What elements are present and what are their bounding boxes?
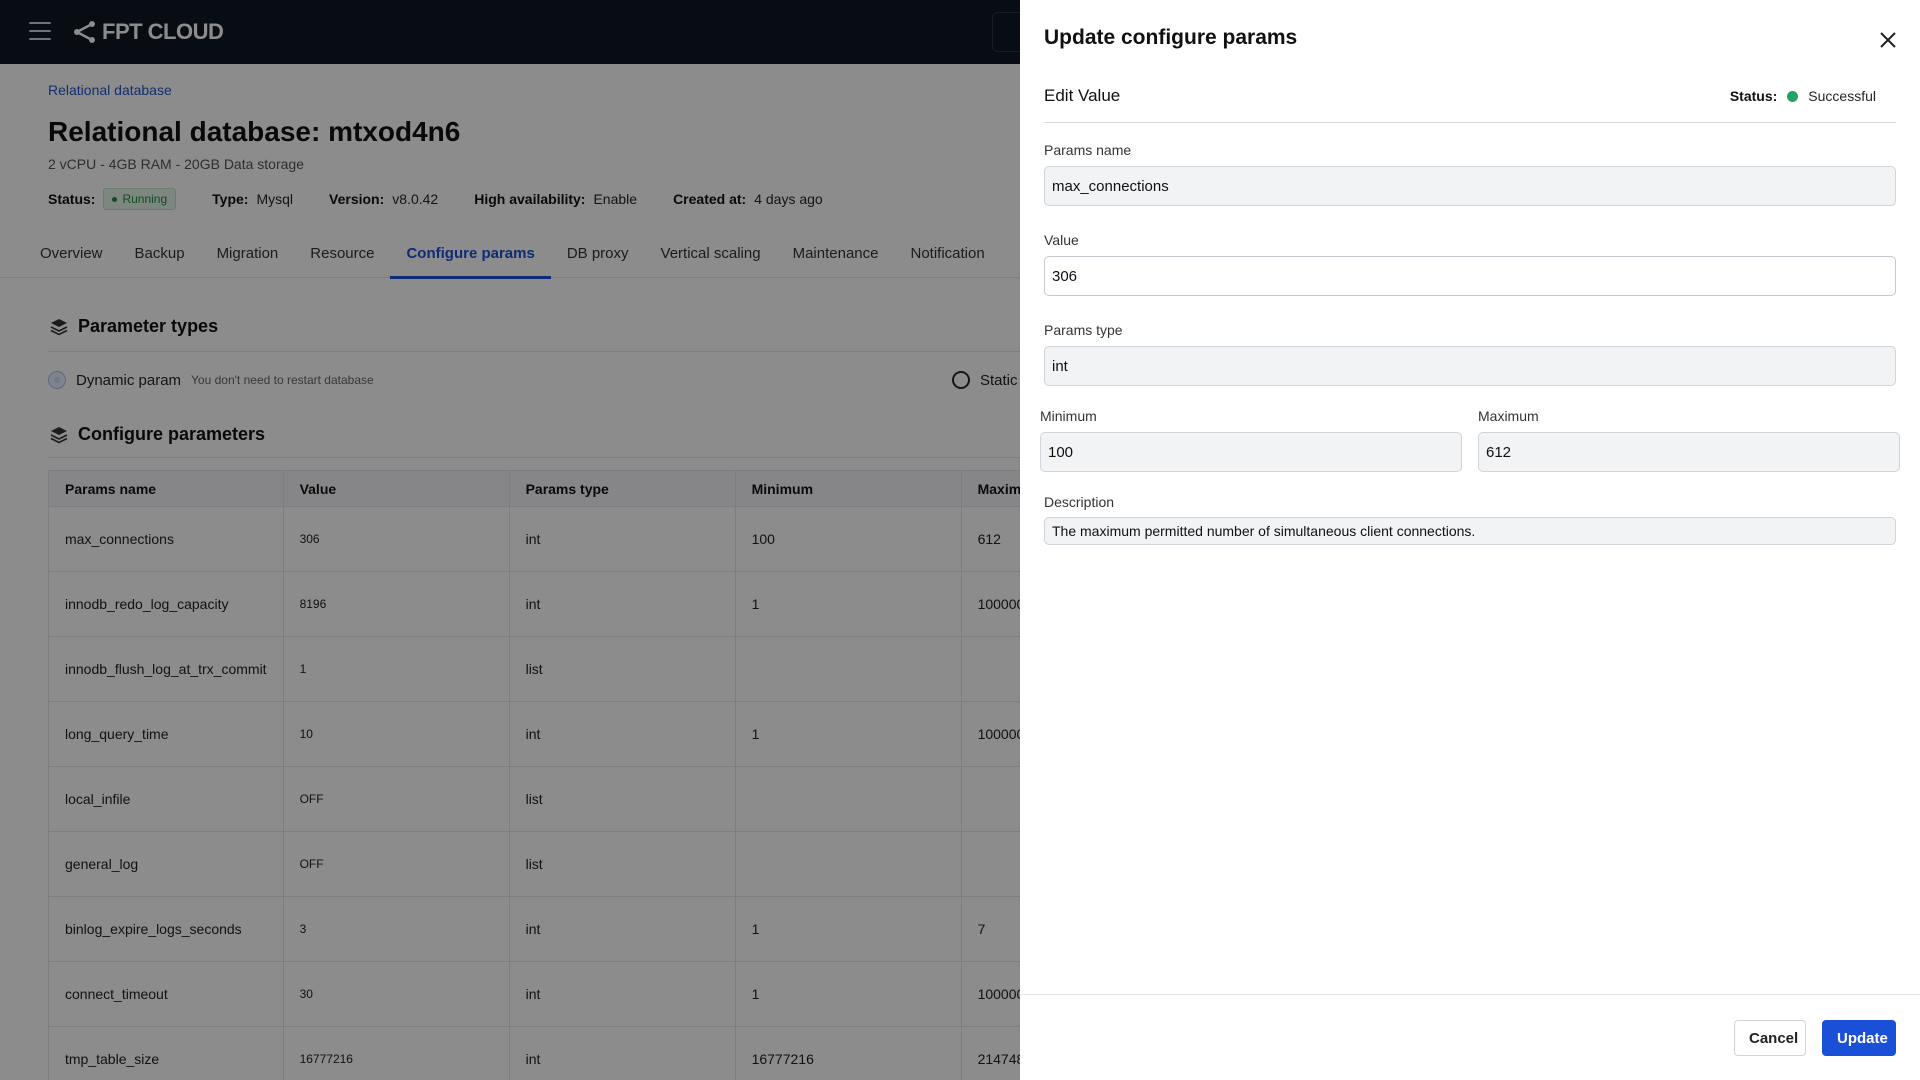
status-label: Status: [1729,88,1778,104]
params-type-label: Params type [1044,322,1123,338]
maximum-field [1478,432,1900,472]
close-icon [1880,32,1896,48]
update-button[interactable]: Update [1822,1020,1896,1056]
params-type-field [1044,346,1896,386]
minimum-field [1040,432,1462,472]
value-input[interactable] [1044,256,1896,296]
status-dot-icon [1787,90,1799,102]
params-name-label: Params name [1044,142,1132,158]
maximum-label: Maximum [1478,408,1539,424]
drawer-title: Update configure params [1044,26,1298,49]
minimum-label: Minimum [1040,408,1097,424]
close-button[interactable] [1876,28,1900,52]
update-params-drawer: Update configure params Edit Value Statu… [1020,0,1920,1080]
cancel-button[interactable]: Cancel [1734,1020,1806,1056]
footer-divider [1020,994,1920,995]
edit-value-heading: Edit Value [1044,86,1121,105]
description-label: Description [1044,494,1115,510]
header-divider [1044,122,1896,123]
drawer-status: Status: Successful [1730,88,1876,104]
description-field: The maximum permitted number of simultan… [1044,517,1896,545]
params-name-field [1044,166,1896,206]
value-label: Value [1044,232,1079,248]
status-value: Successful [1808,88,1876,104]
